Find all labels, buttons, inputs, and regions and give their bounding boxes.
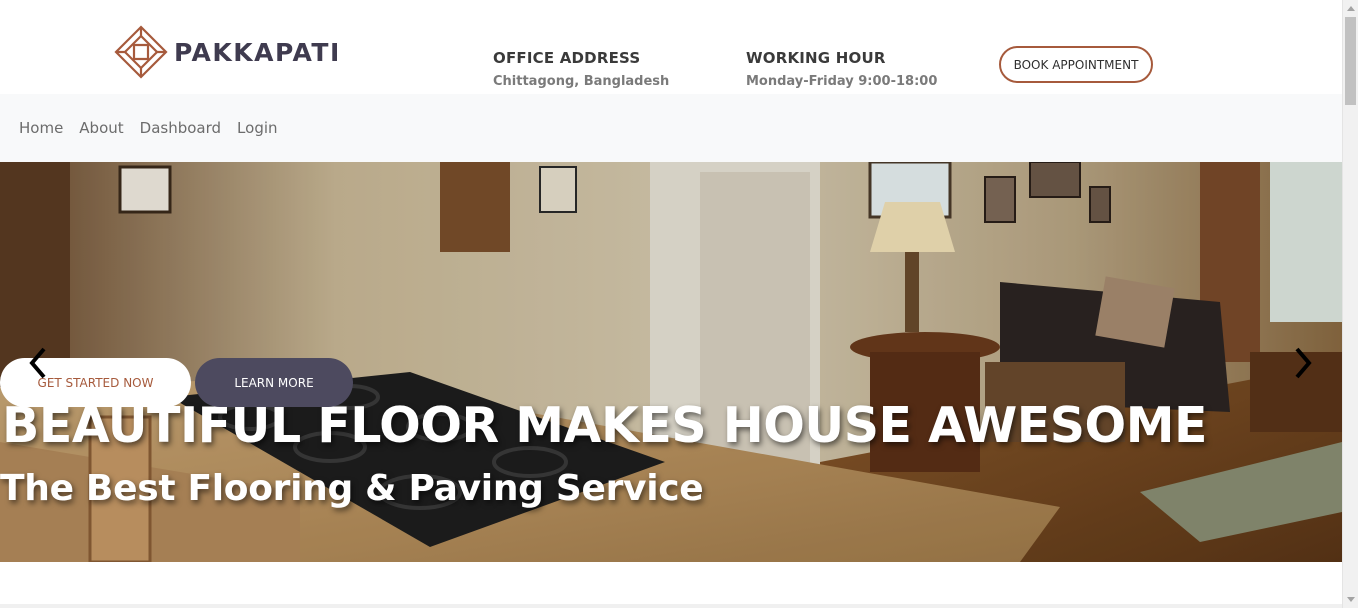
working-hour-label: WORKING HOUR xyxy=(746,49,886,67)
nav-item-about[interactable]: About xyxy=(79,119,123,137)
working-hour-block: WORKING HOUR Monday-Friday 9:00-18:00 xyxy=(746,49,937,89)
brand-name: PAKKAPATI xyxy=(174,37,341,67)
chevron-left-icon[interactable] xyxy=(24,345,54,381)
section-divider xyxy=(0,604,1342,608)
scrollbar-thumb[interactable] xyxy=(1345,17,1356,105)
office-address-label: OFFICE ADDRESS xyxy=(493,49,641,67)
scroll-up-arrow-icon[interactable] xyxy=(1343,0,1358,16)
nav-item-dashboard[interactable]: Dashboard xyxy=(140,119,221,137)
nav-item-login[interactable]: Login xyxy=(237,119,277,137)
hero-title: BEAUTIFUL FLOOR MAKES HOUSE AWESOME xyxy=(2,397,1207,454)
learn-more-button[interactable]: LEARN MORE xyxy=(195,358,353,407)
page-scrollbar[interactable] xyxy=(1342,0,1358,608)
office-address-block: OFFICE ADDRESS Chittagong, Bangladesh xyxy=(493,49,669,89)
page: PAKKAPATI OFFICE ADDRESS Chittagong, Ban… xyxy=(0,0,1342,608)
hero-subtitle: The Best Flooring & Paving Service xyxy=(0,468,704,509)
hero-carousel: BEAUTIFUL FLOOR MAKES HOUSE AWESOME The … xyxy=(0,162,1342,562)
scroll-down-arrow-icon[interactable] xyxy=(1343,592,1358,608)
main-nav: Home About Dashboard Login xyxy=(0,94,1342,162)
working-hour-value: Monday-Friday 9:00-18:00 xyxy=(746,74,938,89)
book-appointment-button[interactable]: BOOK APPOINTMENT xyxy=(999,46,1153,83)
brand-logo[interactable]: PAKKAPATI xyxy=(114,25,341,79)
chevron-right-icon[interactable] xyxy=(1287,345,1317,381)
nav-item-home[interactable]: Home xyxy=(19,119,63,137)
office-address-value: Chittagong, Bangladesh xyxy=(493,74,670,89)
logo-diamond-icon xyxy=(114,25,168,79)
site-header: PAKKAPATI OFFICE ADDRESS Chittagong, Ban… xyxy=(0,0,1342,94)
